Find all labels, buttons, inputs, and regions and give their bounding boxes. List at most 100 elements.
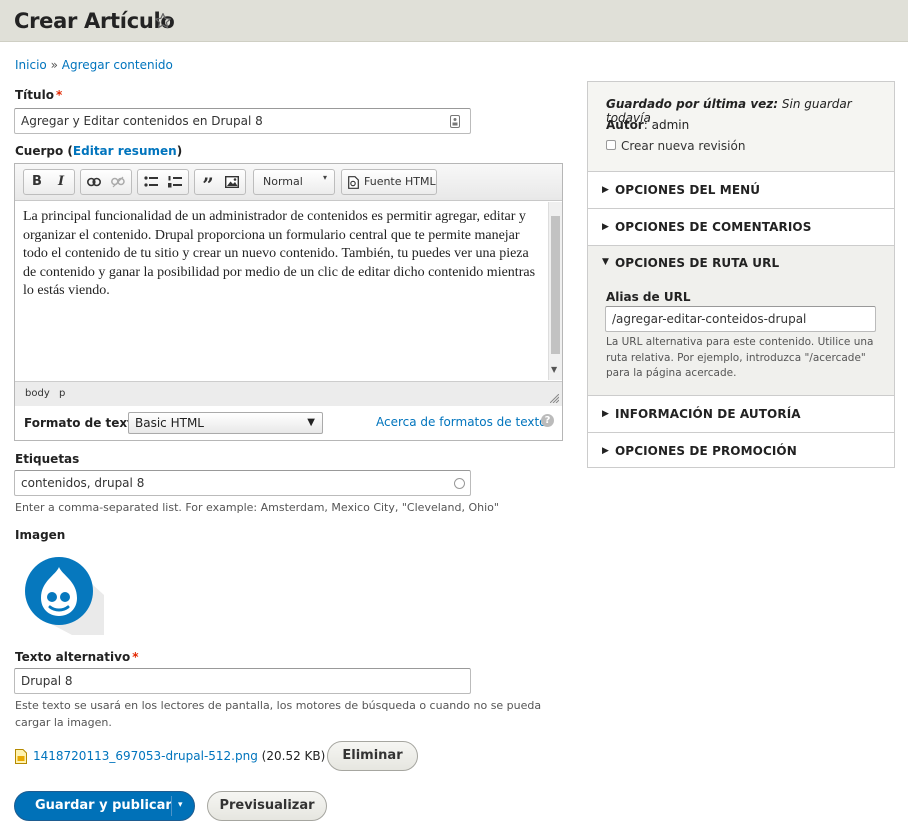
title-input-value: Agregar y Editar contenidos en Drupal 8 — [21, 114, 263, 128]
file-size: (20.52 KB) — [261, 749, 326, 763]
autocomplete-icon — [454, 478, 465, 489]
tags-label: Etiquetas — [15, 452, 80, 466]
numbered-list-button[interactable] — [163, 170, 187, 194]
image-button[interactable] — [220, 170, 244, 194]
save-publish-button[interactable]: Guardar y publicar ▾ — [14, 791, 195, 821]
section-authoring-info[interactable]: ▶ INFORMACIÓN DE AUTORÍA — [588, 395, 894, 432]
bulleted-list-icon — [144, 176, 158, 187]
title-input[interactable]: Agregar y Editar contenidos en Drupal 8 — [14, 108, 471, 134]
remove-file-button[interactable]: Eliminar — [327, 741, 418, 771]
unlink-icon — [111, 176, 125, 188]
body-editor: B I ” Normal ▾ Fuente HTML La principal … — [14, 163, 563, 407]
new-revision-checkbox[interactable] — [606, 140, 616, 150]
required-marker: * — [55, 88, 63, 102]
element-path-p[interactable]: p — [59, 388, 65, 399]
alt-text-label: Texto alternativo * — [15, 650, 139, 664]
body-text-area[interactable]: La principal funcionalidad de un adminis… — [15, 202, 549, 380]
triangle-right-icon: ▶ — [602, 446, 609, 456]
section-url-title[interactable]: OPCIONES DE RUTA URL — [615, 256, 779, 270]
numbered-list-icon — [168, 176, 182, 188]
section-url-options: ▼ OPCIONES DE RUTA URL Alias de URL /agr… — [588, 245, 894, 395]
tags-input[interactable]: contenidos, drupal 8 — [14, 470, 471, 496]
author-label: Autor — [606, 118, 644, 132]
page-title: Crear Artículo — [14, 9, 175, 33]
author-value: admin — [651, 118, 690, 132]
alt-text-input[interactable]: Drupal 8 — [14, 668, 471, 694]
triangle-right-icon: ▶ — [602, 409, 609, 419]
text-format-select[interactable]: Basic HTML ▼ — [128, 412, 323, 434]
alt-text-input-value: Drupal 8 — [21, 674, 73, 688]
url-alias-description: La URL alternativa para este contenido. … — [606, 336, 874, 379]
blockquote-button[interactable]: ” — [196, 170, 220, 197]
tags-description: Enter a comma-separated list. For exampl… — [15, 501, 499, 514]
text-format-label: Formato de texto — [24, 416, 142, 430]
breadcrumb-separator: » — [50, 58, 58, 72]
editor-scrollbar[interactable]: ▼ — [548, 202, 562, 380]
page-header: Crear Artículo — [0, 0, 908, 42]
url-alias-input[interactable]: /agregar-editar-conteidos-drupal — [605, 306, 876, 332]
tags-input-value: contenidos, drupal 8 — [21, 476, 145, 490]
file-info: 1418720113_697053-drupal-512.png (20.52 … — [33, 749, 325, 763]
image-label: Imagen — [15, 528, 66, 542]
section-menu-options[interactable]: ▶ OPCIONES DEL MENÚ — [588, 171, 894, 208]
source-html-button[interactable]: Fuente HTML — [341, 169, 437, 195]
italic-button[interactable]: I — [49, 170, 73, 194]
preview-button[interactable]: Previsualizar — [207, 791, 327, 821]
breadcrumb: Inicio » Agregar contenido — [15, 58, 173, 72]
section-authoring-title: INFORMACIÓN DE AUTORÍA — [615, 407, 801, 421]
breadcrumb-home-link[interactable]: Inicio — [15, 58, 47, 72]
blockquote-icon: ” — [202, 173, 214, 197]
element-path-body[interactable]: body — [25, 388, 50, 399]
toolbar-group-lists — [137, 169, 189, 195]
edit-summary-link[interactable]: Editar resumen — [73, 144, 177, 158]
last-saved-label: Guardado por última vez: — [606, 97, 779, 111]
section-promotion-title: OPCIONES DE PROMOCIÓN — [615, 444, 797, 458]
editor-toolbar: B I ” Normal ▾ Fuente HTML — [15, 164, 562, 201]
link-button[interactable] — [82, 170, 106, 194]
alt-text-description: Este texto se usará en los lectores de p… — [15, 697, 541, 731]
alt-text-description-line2: cargar la imagen. — [15, 716, 112, 729]
bold-button[interactable]: B — [25, 170, 49, 194]
title-label: Título * — [15, 88, 63, 102]
file-link[interactable]: 1418720113_697053-drupal-512.png — [33, 749, 258, 763]
star-icon[interactable] — [154, 12, 172, 30]
source-html-icon — [348, 176, 359, 189]
alt-text-description-line1: Este texto se usará en los lectores de p… — [15, 699, 542, 712]
body-text: La principal funcionalidad de un adminis… — [23, 209, 536, 298]
image-icon — [224, 175, 240, 189]
body-label: Cuerpo (Editar resumen) — [15, 144, 183, 158]
save-publish-label: Guardar y publicar — [35, 798, 172, 813]
breadcrumb-current-link[interactable]: Agregar contenido — [62, 58, 173, 72]
sidebar-meta: Guardado por última vez: Sin guardar tod… — [588, 82, 894, 171]
triangle-right-icon: ▶ — [602, 185, 609, 195]
chevron-down-icon: ▾ — [322, 173, 327, 182]
help-icon[interactable]: ? — [541, 414, 554, 427]
editor-scrollbar-thumb[interactable] — [551, 216, 560, 354]
section-menu-title: OPCIONES DEL MENÚ — [615, 183, 761, 197]
url-alias-input-value: /agregar-editar-conteidos-drupal — [612, 312, 807, 326]
link-icon — [87, 177, 101, 187]
section-promotion-options[interactable]: ▶ OPCIONES DE PROMOCIÓN — [588, 432, 894, 467]
new-revision-label: Crear nueva revisión — [621, 139, 746, 153]
format-dropdown-value: Normal — [263, 175, 303, 188]
contact-card-icon — [450, 115, 460, 128]
toolbar-group-media: ” — [194, 169, 246, 197]
button-divider — [171, 796, 172, 816]
text-format-value: Basic HTML — [135, 416, 204, 430]
format-dropdown[interactable]: Normal ▾ — [253, 169, 335, 195]
sidebar-panel: Guardado por última vez: Sin guardar tod… — [587, 81, 895, 468]
resize-handle-icon[interactable] — [550, 394, 559, 403]
scroll-down-icon[interactable]: ▼ — [551, 365, 557, 374]
unlink-button[interactable] — [106, 170, 130, 194]
author-info: Autor: admin — [606, 118, 690, 132]
chevron-down-icon[interactable]: ▾ — [178, 791, 183, 819]
section-comment-options[interactable]: ▶ OPCIONES DE COMENTARIOS — [588, 208, 894, 245]
bulleted-list-button[interactable] — [139, 170, 163, 194]
text-format-row: Formato de texto Basic HTML ▼ Acerca de … — [14, 406, 563, 441]
triangle-down-icon[interactable]: ▼ — [602, 257, 609, 267]
text-format-help-link[interactable]: Acerca de formatos de texto — [376, 415, 547, 429]
source-html-label: Fuente HTML — [364, 175, 436, 188]
editor-status-bar: body p — [15, 381, 562, 406]
url-alias-label: Alias de URL — [606, 290, 691, 304]
image-file-icon — [15, 749, 27, 764]
